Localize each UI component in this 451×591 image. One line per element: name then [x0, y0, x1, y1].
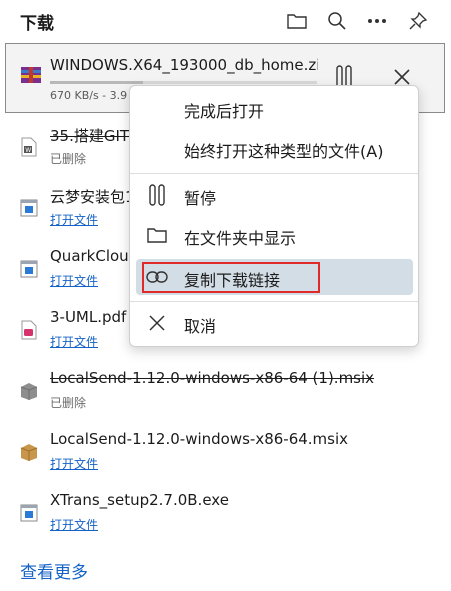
download-item-name: 云梦安装包1 — [50, 188, 135, 206]
download-item-name: LocalSend-1.12.0-windows-x86-64.msix — [50, 430, 349, 448]
menu-item-label: 完成后打开 — [184, 102, 265, 121]
package-file-icon — [20, 381, 38, 401]
download-progress-bar — [50, 81, 317, 84]
zip-file-icon — [20, 64, 42, 86]
menu-item-show-in-folder[interactable]: 在文件夹中显示 — [136, 217, 413, 253]
pdf-file-icon — [20, 320, 38, 340]
svg-text:W: W — [25, 147, 31, 154]
open-file-link[interactable]: 打开文件 — [50, 455, 98, 472]
search-icon[interactable] — [324, 8, 350, 34]
package-file-icon — [20, 442, 38, 462]
menu-item-cancel[interactable]: 取消 — [136, 305, 413, 341]
download-item-name: QuarkCloud — [50, 247, 139, 265]
download-item-name: 3-UML.pdf — [50, 308, 127, 326]
context-menu: 完成后打开 始终打开这种类型的文件(A) 暂停 在文件夹中显示 复制下载链接 取… — [129, 85, 419, 347]
menu-separator — [130, 173, 418, 174]
close-icon — [146, 312, 168, 334]
download-item-name: XTrans_setup2.7.0B.exe — [50, 491, 229, 509]
menu-item-label: 暂停 — [184, 189, 217, 208]
menu-item-label: 始终打开这种类型的文件(A) — [184, 142, 384, 161]
panel-title: 下载 — [20, 14, 54, 34]
folder-icon — [146, 224, 168, 246]
open-file-link[interactable]: 打开文件 — [50, 272, 98, 289]
pause-icon — [146, 184, 168, 206]
annotation-highlight-box — [142, 262, 320, 293]
menu-item-open-when-done[interactable]: 完成后打开 — [136, 90, 413, 126]
download-item[interactable]: LocalSend-1.12.0-windows-x86-64 (1).msix… — [0, 363, 451, 425]
download-progress-fill — [50, 81, 144, 84]
word-file-icon: W — [20, 137, 38, 157]
folder-icon[interactable] — [284, 8, 310, 34]
menu-item-always-open-type[interactable]: 始终打开这种类型的文件(A) — [136, 130, 413, 166]
pin-icon[interactable] — [405, 8, 431, 34]
installer-file-icon — [20, 259, 38, 279]
see-more-link[interactable]: 查看更多 — [20, 558, 88, 583]
menu-item-label: 取消 — [184, 317, 217, 336]
download-speed: 670 KB/s - 3.9 — [50, 89, 128, 102]
active-download-filename: WINDOWS.X64_193000_db_home.zip — [50, 56, 318, 74]
download-item[interactable]: LocalSend-1.12.0-windows-x86-64.msix 打开文… — [0, 424, 451, 486]
downloads-header: 下载 — [0, 0, 451, 42]
menu-separator — [130, 301, 418, 302]
open-file-link[interactable]: 打开文件 — [50, 333, 98, 350]
open-file-link[interactable]: 打开文件 — [50, 211, 98, 228]
download-item[interactable]: XTrans_setup2.7.0B.exe 打开文件 — [0, 485, 451, 547]
menu-item-label: 在文件夹中显示 — [184, 229, 297, 248]
download-item-name: LocalSend-1.12.0-windows-x86-64 (1).msix — [50, 369, 375, 387]
open-file-link[interactable]: 打开文件 — [50, 516, 98, 533]
download-item-status: 已删除 — [50, 396, 87, 410]
installer-file-icon — [20, 198, 38, 218]
installer-file-icon — [20, 503, 38, 523]
download-item-status: 已删除 — [50, 152, 87, 166]
downloads-panel: 下载 WINDOWS.X64_193000_db_home.zip 670 KB… — [0, 0, 451, 591]
more-icon[interactable] — [364, 8, 390, 34]
menu-item-pause[interactable]: 暂停 — [136, 177, 413, 213]
